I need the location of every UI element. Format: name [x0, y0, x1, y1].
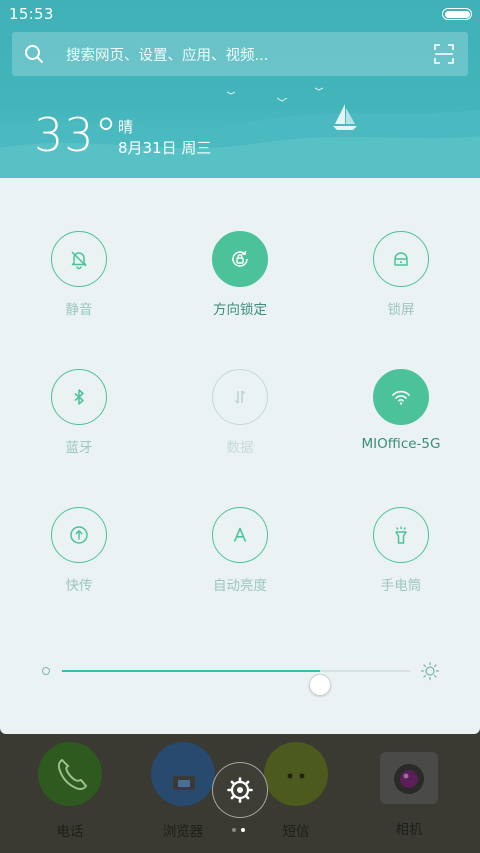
search-icon [25, 45, 43, 63]
dock-app-camera[interactable]: 相机 [364, 742, 454, 838]
page-dot [232, 828, 236, 832]
toggle-mute[interactable]: 静音 [19, 231, 139, 331]
notification-header: 15:53 搜索网页、设置、应用、视频... 33° 晴 8月31日 周三 [0, 0, 480, 178]
toggle-lock-screen-label: 锁屏 [387, 302, 415, 318]
gear-icon [227, 777, 253, 803]
status-time: 15:53 [9, 5, 54, 23]
toggle-flashlight-circle[interactable] [373, 507, 429, 563]
toggle-quick-transfer-label: 快传 [65, 578, 93, 594]
dock-app-phone[interactable]: 电话 [25, 742, 115, 840]
toggle-rotation-lock-label: 方向锁定 [213, 302, 267, 318]
dock-app-messages-label: 短信 [282, 824, 310, 840]
toggle-bluetooth-circle[interactable] [51, 369, 107, 425]
toggle-lock-screen-circle[interactable] [373, 231, 429, 287]
toggle-bluetooth-label: 蓝牙 [65, 440, 93, 456]
sailboat-decoration [333, 104, 357, 130]
messages-icon [264, 742, 328, 806]
flashlight-icon [395, 526, 407, 544]
toggle-bluetooth[interactable]: 蓝牙 [19, 369, 139, 469]
brightness-slider[interactable] [38, 656, 444, 696]
battery-icon [442, 8, 472, 20]
brightness-thumb[interactable] [308, 674, 331, 696]
search-bar[interactable]: 搜索网页、设置、应用、视频... [12, 32, 468, 76]
brightness-low-icon [42, 667, 50, 675]
bell-off-icon [71, 251, 87, 270]
quick-settings-panel: 静音 方向锁定 锁屏 蓝牙 数据 MIOffice-5G 快传 自动亮度 手电筒 [0, 178, 480, 734]
mobile-data-icon [234, 390, 246, 404]
toggle-auto-brightness-label: 自动亮度 [213, 578, 267, 594]
toggle-rotation-lock-circle[interactable] [212, 231, 268, 287]
scan-icon[interactable] [434, 44, 454, 64]
toggle-mobile-data[interactable]: 数据 [180, 369, 300, 469]
rotation-lock-icon [232, 250, 248, 267]
lock-icon [394, 252, 408, 266]
status-bar: 15:53 [0, 0, 480, 28]
brightness-track-fill [62, 670, 320, 672]
quick-transfer-icon [70, 526, 88, 544]
toggle-mute-circle[interactable] [51, 231, 107, 287]
toggle-flashlight[interactable]: 手电筒 [341, 507, 461, 607]
settings-button[interactable] [212, 762, 268, 818]
birds-decoration [226, 87, 324, 102]
toggle-quick-transfer[interactable]: 快传 [19, 507, 139, 607]
search-placeholder[interactable]: 搜索网页、设置、应用、视频... [66, 44, 268, 65]
toggle-auto-brightness[interactable]: 自动亮度 [180, 507, 300, 607]
toggle-wifi[interactable]: MIOffice-5G [341, 369, 461, 469]
phone-icon [38, 742, 102, 806]
toggle-lock-screen[interactable]: 锁屏 [341, 231, 461, 331]
toggle-wifi-circle[interactable] [373, 369, 429, 425]
toggle-auto-brightness-circle[interactable] [212, 507, 268, 563]
auto-brightness-icon [233, 527, 247, 542]
toggle-wifi-label: MIOffice-5G [361, 436, 441, 452]
toggle-mute-label: 静音 [65, 302, 93, 318]
weather-temperature[interactable]: 33° [34, 108, 119, 162]
camera-icon [380, 752, 438, 804]
dock-app-camera-label: 相机 [395, 822, 423, 838]
weather-condition: 晴 [118, 118, 134, 136]
page-dot [241, 828, 245, 832]
toggle-mobile-data-label: 数据 [226, 440, 254, 456]
brightness-high-icon [420, 661, 440, 681]
toggle-quick-transfer-circle[interactable] [51, 507, 107, 563]
brightness-track[interactable] [62, 670, 410, 696]
wifi-icon [392, 390, 410, 405]
toggle-flashlight-label: 手电筒 [380, 578, 422, 594]
browser-icon [151, 742, 215, 806]
toggle-rotation-lock[interactable]: 方向锁定 [180, 231, 300, 331]
dock-app-browser-label: 浏览器 [162, 824, 204, 840]
toggle-mobile-data-circle[interactable] [212, 369, 268, 425]
weather-date: 8月31日 周三 [118, 139, 212, 157]
dock-app-phone-label: 电话 [56, 824, 84, 840]
bluetooth-icon [74, 389, 84, 405]
page-indicator [232, 828, 250, 834]
